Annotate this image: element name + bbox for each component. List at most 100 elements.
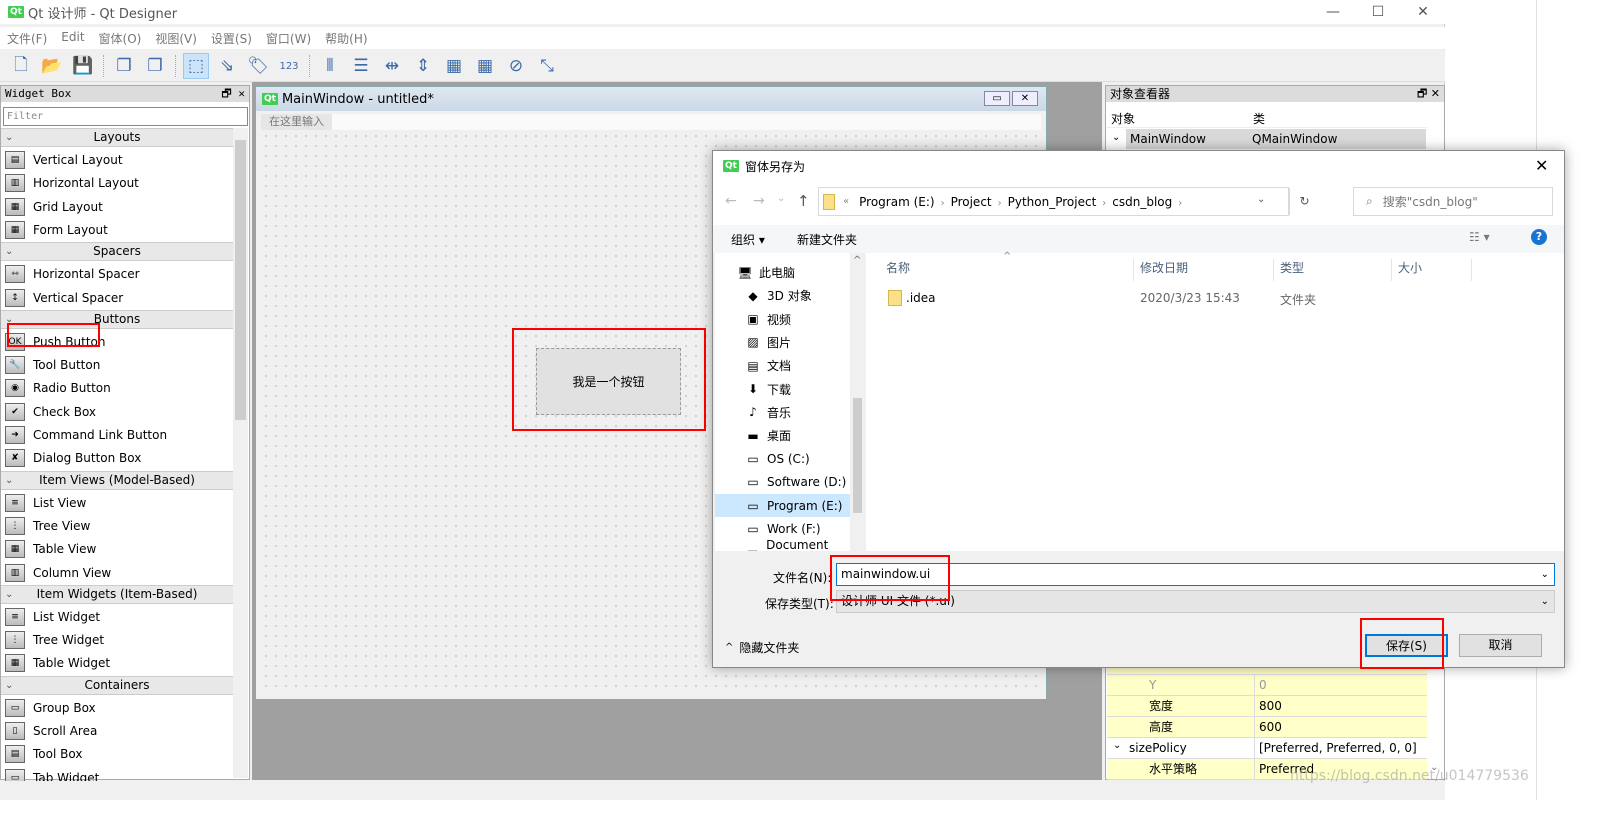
form-minimize-button[interactable]: ▭	[984, 91, 1010, 106]
hide-folders-toggle[interactable]: ^ 隐藏文件夹	[725, 639, 799, 656]
chevron-down-icon[interactable]: ⌄	[1112, 132, 1120, 143]
chevron-down-icon[interactable]: ⌄	[5, 586, 13, 603]
chevron-down-icon[interactable]: ⌄	[1113, 740, 1121, 751]
category-header[interactable]: ⌄ Spacers	[1, 242, 233, 262]
edit-signals-slots-icon[interactable]: ⇘	[214, 53, 240, 79]
property-row[interactable]: sizePolicy ⌄ [Preferred, Preferred, 0, 0]	[1107, 738, 1427, 759]
breadcrumb-item[interactable]: Program (E:)	[859, 195, 934, 209]
chevron-down-icon[interactable]: ⌄	[5, 677, 13, 694]
navigation-scrollbar[interactable]	[850, 253, 865, 551]
chevron-down-icon[interactable]: ⌄	[5, 129, 13, 146]
nav-item[interactable]: ♪ 音乐	[715, 401, 850, 424]
widget-item[interactable]: ▦ Table Widget	[5, 652, 233, 674]
column-header[interactable]: 类型	[1274, 259, 1392, 281]
nav-item[interactable]: ▭ Program (E:)	[715, 494, 850, 517]
menu-item[interactable]: 窗体(O)	[92, 27, 149, 49]
menu-placeholder[interactable]: 在这里输入	[261, 114, 332, 130]
open-folder-icon[interactable]: 📂	[39, 53, 65, 79]
widget-item[interactable]: 🔧 Tool Button	[5, 354, 233, 376]
widget-item[interactable]: ⋮ Tree View	[5, 515, 233, 537]
maximize-button[interactable]: ☐	[1355, 0, 1401, 24]
property-row[interactable]: 高度 600	[1107, 717, 1427, 738]
chevron-down-icon[interactable]: ⌄	[5, 243, 13, 260]
property-row[interactable]: 宽度 800	[1107, 696, 1427, 717]
property-value[interactable]: 0	[1257, 675, 1267, 695]
chevron-right-icon[interactable]: ›	[1178, 198, 1182, 209]
overflow-icon[interactable]: «	[843, 196, 849, 207]
save-icon[interactable]: 💾	[70, 53, 96, 79]
minimize-button[interactable]: —	[1310, 0, 1356, 24]
send-back-icon[interactable]: ❐	[142, 53, 168, 79]
search-input[interactable]: ⌕ 搜索"csdn_blog"	[1353, 187, 1553, 216]
widget-item[interactable]: ≡ List View	[5, 492, 233, 514]
nav-item[interactable]: ▨ 图片	[715, 331, 850, 354]
layout-horizontal-icon[interactable]: ⫴	[317, 53, 343, 79]
category-header[interactable]: ⌄ Layouts	[1, 128, 233, 147]
menu-item[interactable]: Edit	[54, 27, 91, 49]
property-value[interactable]: 800	[1257, 696, 1282, 716]
adjust-size-icon[interactable]: ⤡	[534, 53, 560, 79]
property-row[interactable]: Y0	[1107, 675, 1427, 696]
nav-item[interactable]: ⬇ 下载	[715, 378, 850, 401]
widget-item[interactable]: ↕ Vertical Spacer	[5, 287, 233, 309]
property-value[interactable]: 600	[1257, 717, 1282, 737]
widget-item[interactable]: ⋮ Tree Widget	[5, 629, 233, 651]
back-arrow-icon[interactable]: ←	[725, 193, 737, 209]
recent-chevron-icon[interactable]: ⌄	[777, 193, 785, 204]
help-icon[interactable]: ?	[1531, 229, 1547, 245]
new-folder-button[interactable]: 新建文件夹	[797, 231, 857, 248]
chevron-down-icon[interactable]: ⌄	[5, 472, 13, 489]
nav-item[interactable]: 🖥 此电脑	[715, 261, 850, 284]
float-close-icons[interactable]: 🗗 ✕	[221, 86, 245, 102]
widget-item[interactable]: ▤ Vertical Layout	[5, 149, 233, 171]
scrollbar-thumb[interactable]	[235, 140, 246, 420]
layout-grid-icon[interactable]: ▦	[441, 53, 467, 79]
edit-tab-order-icon[interactable]: 123	[276, 53, 302, 79]
forward-arrow-icon[interactable]: →	[753, 193, 765, 209]
tree-row-mainwindow[interactable]: ⌄ MainWindow QMainWindow	[1112, 129, 1426, 149]
up-arrow-icon[interactable]: ↑	[797, 192, 810, 210]
nav-item[interactable]: ▣ 视频	[715, 308, 850, 331]
address-bar[interactable]: « Program (E:) › Project › Python_Project › cs…	[818, 187, 1310, 216]
layout-v-splitter-icon[interactable]: ⇕	[410, 53, 436, 79]
chevron-down-icon[interactable]: ⌄	[1257, 194, 1265, 205]
view-options-icon[interactable]: ☷ ▾	[1469, 230, 1490, 244]
chevron-right-icon[interactable]: ›	[998, 198, 1002, 209]
widget-item[interactable]: ▯ Scroll Area	[5, 720, 233, 742]
widget-item[interactable]: ▦ Table View	[5, 538, 233, 560]
form-close-button[interactable]: ✕	[1012, 91, 1038, 106]
new-file-icon[interactable]: 🗋	[8, 53, 34, 79]
edit-widgets-icon[interactable]: ⬚	[183, 53, 209, 79]
chevron-down-icon[interactable]: ⌄	[1541, 591, 1549, 612]
close-button[interactable]: ✕	[1400, 0, 1446, 24]
widget-item[interactable]: ◉ Radio Button	[5, 377, 233, 399]
menu-item[interactable]: 帮助(H)	[318, 27, 374, 49]
nav-item[interactable]: ▭ OS (C:)	[715, 447, 850, 470]
edit-buddies-icon[interactable]: 🏷	[245, 53, 271, 79]
chevron-right-icon[interactable]: ›	[1102, 198, 1106, 209]
column-object[interactable]: 对象	[1111, 110, 1135, 127]
chevron-right-icon[interactable]: ›	[941, 198, 945, 209]
cancel-button[interactable]: 取消	[1459, 634, 1542, 657]
scrollbar-thumb[interactable]	[853, 398, 862, 513]
menu-item[interactable]: 设置(S)	[204, 27, 259, 49]
widget-item[interactable]: ▤ Tool Box	[5, 743, 233, 765]
refresh-icon[interactable]: ↻	[1289, 188, 1319, 215]
widget-item[interactable]: ≡ List Widget	[5, 606, 233, 628]
widget-item[interactable]: ➜ Command Link Button	[5, 424, 233, 446]
layout-h-splitter-icon[interactable]: ⇹	[379, 53, 405, 79]
float-close-icons[interactable]: 🗗 ✕	[1417, 86, 1440, 102]
column-header[interactable]: 大小	[1392, 259, 1472, 281]
bring-front-icon[interactable]: ❐	[111, 53, 137, 79]
property-value[interactable]: [Preferred, Preferred, 0, 0]	[1257, 738, 1417, 758]
organize-button[interactable]: 组织 ▾	[731, 231, 765, 248]
widget-item[interactable]: ▭ Group Box	[5, 697, 233, 719]
scroll-up-icon[interactable]: ^	[853, 255, 861, 266]
nav-item[interactable]: ▤ 文档	[715, 354, 850, 377]
nav-item[interactable]: ▬ 桌面	[715, 424, 850, 447]
column-header[interactable]: 修改日期	[1134, 259, 1274, 281]
breadcrumb-item[interactable]: Project	[951, 195, 992, 209]
nav-item[interactable]: ▭ Work (F:)	[715, 517, 850, 540]
file-row[interactable]: .idea 2020/3/23 15:43 文件夹	[880, 287, 1560, 309]
category-header[interactable]: ⌄ Item Widgets (Item-Based)	[1, 584, 233, 604]
